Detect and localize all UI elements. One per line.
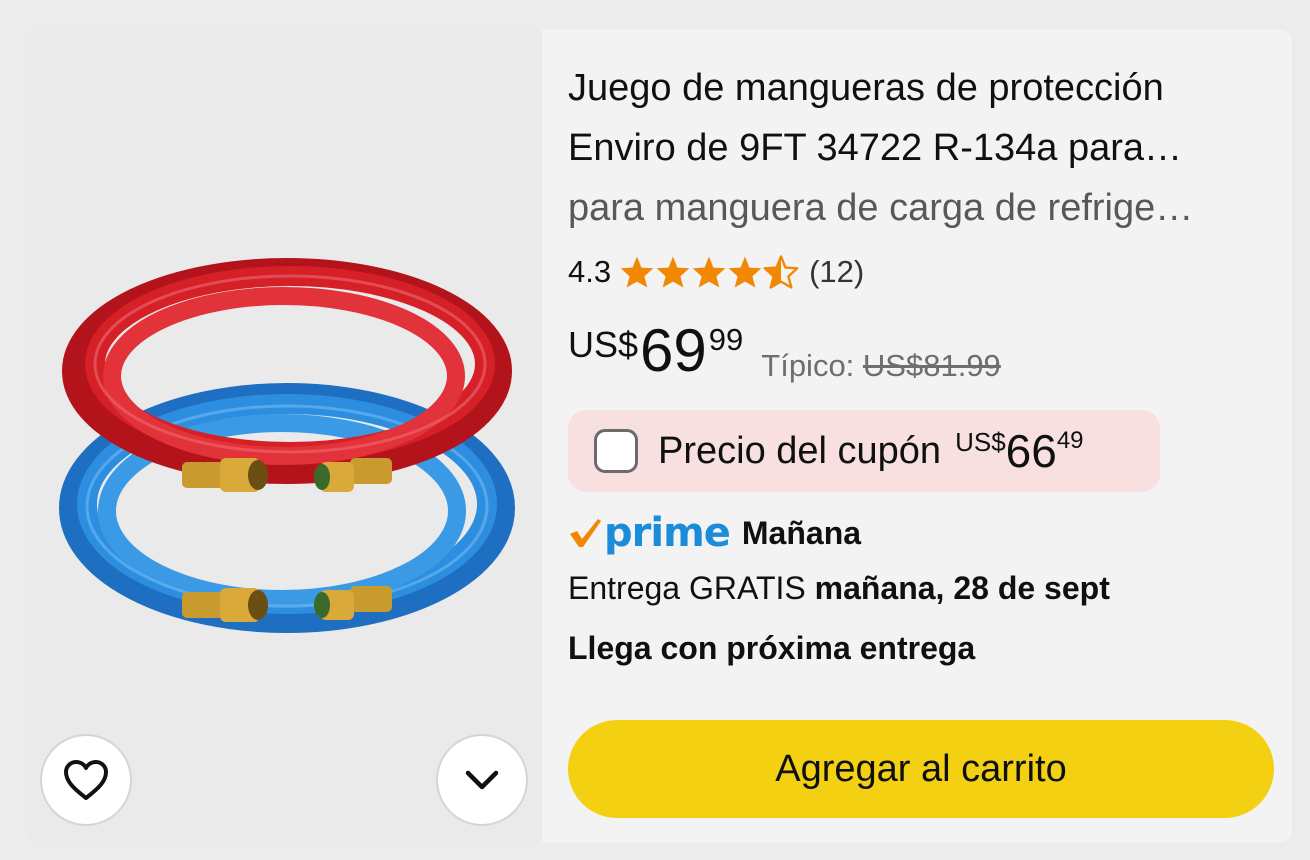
typical-price-value: US$81.99 <box>862 348 1001 383</box>
favorite-button[interactable] <box>40 734 132 826</box>
typical-price: Típico: US$81.99 <box>761 348 1001 384</box>
chevron-down-icon <box>465 770 499 790</box>
coupon-option[interactable]: Precio del cupón US$ 66 49 <box>568 410 1160 492</box>
add-to-cart-button[interactable]: Agregar al carrito <box>568 720 1274 818</box>
star-rating <box>619 255 799 289</box>
product-info: Juego de mangueras de protección Enviro … <box>568 30 1274 842</box>
product-image-panel <box>24 30 542 842</box>
product-title-line-1[interactable]: Juego de mangueras de protección <box>568 66 1268 110</box>
coupon-price-fraction: 49 <box>1056 427 1084 454</box>
prime-logo-text: prime <box>604 510 731 556</box>
delivery-date: mañana, 28 de sept <box>814 570 1110 606</box>
prime-delivery-day: Mañana <box>741 514 862 551</box>
product-title-line-2[interactable]: Enviro de 9FT 34722 R-134a para… <box>568 126 1268 170</box>
prime-badge: prime Mañana <box>568 508 861 558</box>
product-card[interactable]: Juego de mangueras de protección Enviro … <box>24 30 1292 842</box>
star-full-icon <box>656 256 690 288</box>
star-full-icon <box>620 256 654 288</box>
product-image[interactable] <box>52 236 522 646</box>
typical-price-label: Típico: <box>761 348 855 383</box>
price-row: US$ 69 99 Típico: US$81.99 <box>568 316 1001 386</box>
arrives-note: Llega con próxima entrega <box>568 630 976 666</box>
star-half-icon <box>763 255 799 289</box>
delivery-info: Entrega GRATIS mañana, 28 de sept <box>568 570 1110 607</box>
price-whole: 69 <box>640 317 707 384</box>
star-full-icon <box>728 256 762 288</box>
product-subtitle[interactable]: para manguera de carga de refrige… <box>568 186 1268 230</box>
more-options-button[interactable] <box>436 734 528 826</box>
rating-row[interactable]: 4.3 (12) <box>568 252 864 292</box>
rating-value: 4.3 <box>568 254 612 289</box>
coupon-checkbox[interactable] <box>594 429 638 473</box>
coupon-price-whole: 66 <box>1005 425 1057 477</box>
heart-icon <box>64 760 108 800</box>
coupon-price-currency: US$ <box>955 427 1006 457</box>
coupon-price: US$ 66 49 <box>955 425 1083 477</box>
coupon-label: Precio del cupón <box>658 429 942 472</box>
price-currency: US$ <box>568 324 639 365</box>
star-full-icon <box>692 256 726 288</box>
delivery-prefix: Entrega GRATIS <box>568 570 806 606</box>
price-fraction: 99 <box>708 322 744 357</box>
prime-check-icon <box>570 519 601 547</box>
rating-count: (12) <box>809 254 865 289</box>
